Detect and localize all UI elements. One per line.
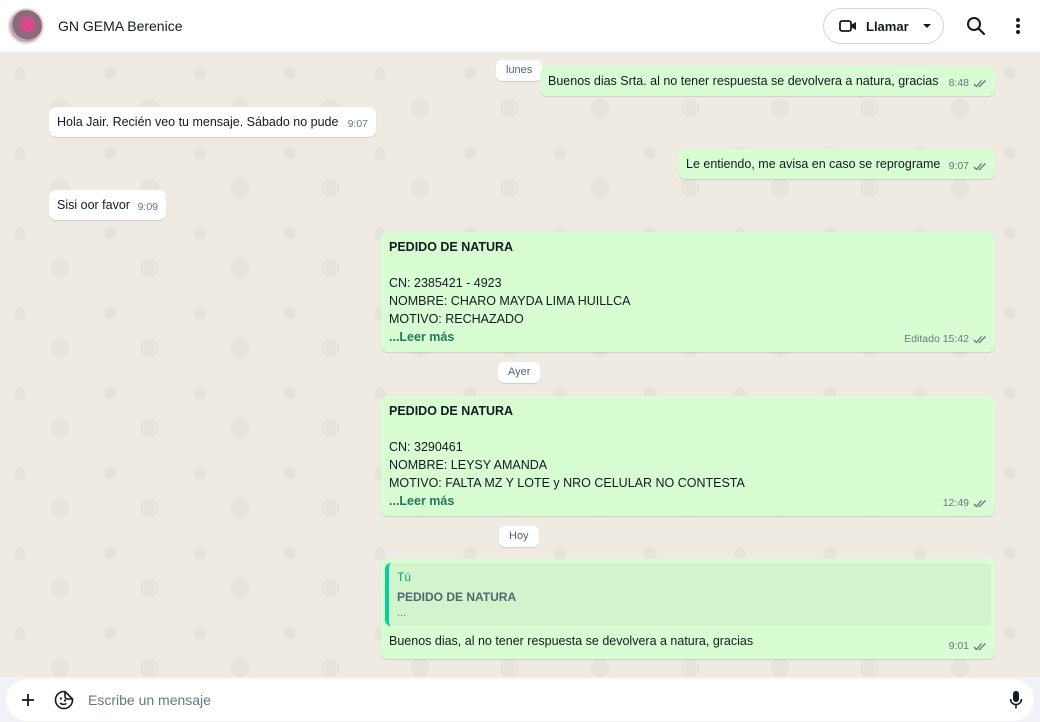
message-line: NOMBRE: LEYSY AMANDA — [389, 458, 548, 472]
message-input[interactable] — [88, 692, 998, 708]
date-chip: lunes — [496, 60, 543, 81]
read-more-link[interactable]: ...Leer más — [389, 492, 987, 510]
message-meta: 12:49 — [943, 494, 987, 512]
message-text: Buenos dias Srta. al no tener respuesta … — [548, 74, 939, 88]
double-check-icon — [973, 499, 987, 508]
message-bubble-outgoing[interactable]: Le entiendo, me avisa en caso se reprogr… — [678, 149, 995, 179]
message-time: 8:48 — [948, 77, 969, 89]
message-time: 12:49 — [942, 497, 969, 509]
contact-name[interactable]: GN GEMA Berenice — [58, 18, 183, 34]
message-time: 9:09 — [137, 201, 158, 213]
message-body: Buenos dias, al no tener respuesta se de… — [385, 632, 991, 650]
message-line: MOTIVO: FALTA MZ Y LOTE y NRO CELULAR NO… — [389, 476, 745, 490]
message-bubble-incoming[interactable]: Hola Jair. Recién veo tu mensaje. Sábado… — [49, 107, 376, 137]
message-spacer — [389, 256, 987, 274]
contact-avatar[interactable] — [8, 8, 44, 44]
message-line: CN: 3290461 — [389, 440, 463, 454]
composer — [6, 679, 1034, 721]
call-label: Llamar — [866, 18, 909, 34]
message-spacer — [389, 420, 987, 438]
message-time: 9:07 — [948, 160, 969, 172]
message-text: Le entiendo, me avisa en caso se reprogr… — [686, 157, 941, 171]
message-bubble-incoming[interactable]: Sisi oor favor 9:09 — [49, 190, 166, 220]
composer-bar — [0, 677, 1040, 722]
message-meta: 8:48 — [949, 74, 987, 92]
more-vertical-icon[interactable] — [998, 6, 1038, 46]
read-more-link[interactable]: ...Leer más — [389, 328, 987, 346]
call-button[interactable]: Llamar — [823, 8, 944, 44]
message-meta: Editado 15:42 — [904, 330, 987, 348]
message-title: PEDIDO DE NATURA — [389, 404, 514, 418]
double-check-icon — [973, 642, 987, 651]
chevron-down-icon — [922, 23, 932, 29]
message-line: CN: 2385421 - 4923 — [389, 276, 502, 290]
quote-title: PEDIDO DE NATURA — [397, 590, 517, 604]
message-text: Hola Jair. Recién veo tu mensaje. Sábado… — [57, 115, 339, 129]
message-meta: 9:07 — [949, 157, 987, 175]
sticker-icon[interactable] — [46, 682, 82, 718]
message-line: MOTIVO: RECHAZADO — [389, 312, 524, 326]
date-chip: Hoy — [499, 526, 539, 547]
plus-icon[interactable] — [10, 682, 46, 718]
message-bubble-outgoing[interactable]: Tú PEDIDO DE NATURA ... Buenos dias, al … — [381, 559, 995, 659]
double-check-icon — [973, 162, 987, 171]
message-line: NOMBRE: CHARO MAYDA LIMA HUILLCA — [389, 294, 631, 308]
message-meta: 9:09 — [138, 198, 158, 216]
date-chip: Ayer — [498, 362, 541, 383]
quote-snippet: ... — [397, 607, 407, 619]
mic-icon[interactable] — [998, 682, 1034, 718]
double-check-icon — [973, 335, 987, 344]
message-meta: 9:07 — [348, 115, 368, 133]
message-bubble-outgoing[interactable]: Buenos dias Srta. al no tener respuesta … — [540, 66, 995, 96]
message-text: Buenos dias, al no tener respuesta se de… — [389, 634, 754, 648]
message-bubble-outgoing[interactable]: PEDIDO DE NATURA CN: 2385421 - 4923 NOMB… — [381, 232, 995, 352]
message-time: 9:01 — [948, 640, 969, 652]
chat-header: GN GEMA Berenice Llamar — [0, 0, 1040, 53]
message-list[interactable]: lunes Buenos dias Srta. al no tener resp… — [0, 53, 1040, 677]
search-icon[interactable] — [956, 6, 996, 46]
quote-author: Tú — [397, 570, 412, 584]
message-text: Sisi oor favor — [57, 198, 130, 212]
message-title: PEDIDO DE NATURA — [389, 240, 514, 254]
video-camera-icon — [839, 19, 857, 33]
double-check-icon — [973, 79, 987, 88]
message-bubble-outgoing[interactable]: PEDIDO DE NATURA CN: 3290461 NOMBRE: LEY… — [381, 396, 995, 516]
quoted-message[interactable]: Tú PEDIDO DE NATURA ... — [385, 563, 991, 626]
message-time: 9:07 — [347, 118, 368, 130]
message-meta: 9:01 — [949, 637, 987, 655]
message-time: Editado 15:42 — [904, 333, 969, 345]
header-actions: Llamar — [823, 6, 1040, 46]
